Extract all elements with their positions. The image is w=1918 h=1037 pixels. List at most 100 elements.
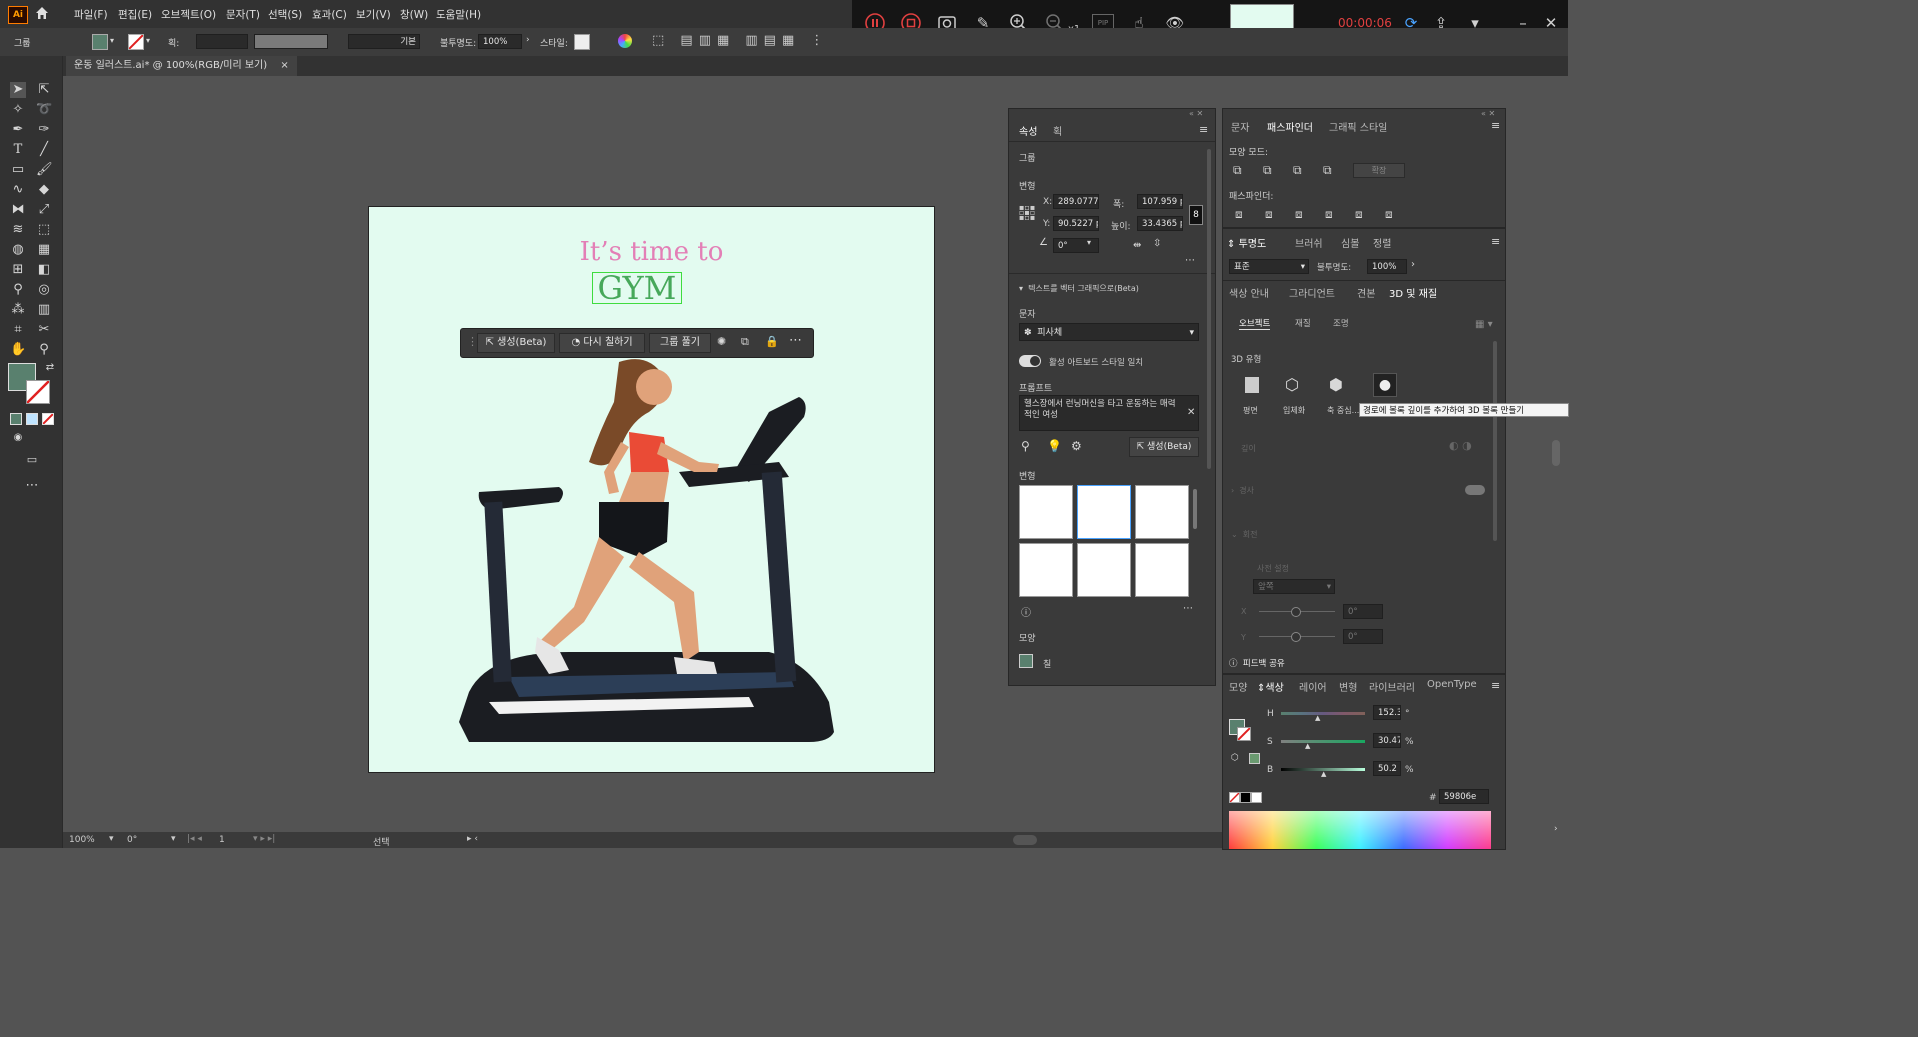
intersect-icon[interactable]: ⧉ xyxy=(1293,163,1302,178)
treadmill-illustration[interactable] xyxy=(449,352,849,752)
divide-icon[interactable]: ⧈ xyxy=(1235,207,1243,222)
lock-icon[interactable]: 🔒 xyxy=(765,335,779,348)
tab-opentype[interactable]: OpenType xyxy=(1427,679,1477,690)
properties-scrollbar[interactable] xyxy=(1207,149,1211,469)
panel-collapse-icon[interactable]: « ✕ xyxy=(1189,109,1203,118)
style-swatch[interactable] xyxy=(574,34,590,50)
transparency-menu-icon[interactable]: ≡ xyxy=(1491,235,1500,248)
mesh-tool-icon[interactable]: ⊞ xyxy=(10,262,26,278)
tab-align[interactable]: 정렬 xyxy=(1373,235,1391,250)
stroke-swatch[interactable] xyxy=(128,34,144,50)
hand-tool-icon[interactable]: ✋ xyxy=(10,342,26,358)
line-tool-icon[interactable]: ╱ xyxy=(36,142,52,158)
info-icon[interactable]: ⓘ xyxy=(1021,604,1031,619)
color-mode-none[interactable] xyxy=(42,413,54,425)
zoom-level[interactable]: 100% xyxy=(69,835,95,845)
text-to-vector-heading[interactable]: ▾ 텍스트를 벡터 그래픽으로(Beta) xyxy=(1019,283,1139,294)
color-mode-gradient[interactable] xyxy=(26,413,38,425)
minus-front-icon[interactable]: ⧉ xyxy=(1263,163,1272,178)
rotation-value[interactable]: 0° xyxy=(127,835,137,845)
prompt-clear-icon[interactable]: ✕ xyxy=(1187,407,1195,418)
tab-color[interactable]: ⇕색상 xyxy=(1257,679,1284,694)
more-options-icon[interactable]: ⋯ xyxy=(789,333,802,348)
subtab-object[interactable]: 오브젝트 xyxy=(1239,317,1271,330)
tab-character[interactable]: 문자 xyxy=(1231,119,1249,134)
menu-edit[interactable]: 편집(E) xyxy=(118,7,152,22)
x-field[interactable]: 289.0777 xyxy=(1053,194,1099,209)
document-tab[interactable]: 운동 일러스트.ai* @ 100%(RGB/미리 보기) × xyxy=(66,56,297,76)
tab-transform[interactable]: 변형 xyxy=(1339,679,1357,694)
rot-x-slider[interactable] xyxy=(1259,607,1335,617)
gradient-tool-icon[interactable]: ◧ xyxy=(36,262,52,278)
variation-thumbnail[interactable] xyxy=(1135,485,1189,539)
menu-window[interactable]: 창(W) xyxy=(400,7,428,22)
subject-dropdown[interactable]: ✽ 피사체 ▾ xyxy=(1019,323,1199,341)
tab-properties[interactable]: 속성 xyxy=(1019,123,1037,138)
graph-tool-icon[interactable]: ▥ xyxy=(36,302,52,318)
y-field[interactable]: 90.5227 p xyxy=(1053,216,1099,231)
variation-thumbnail[interactable] xyxy=(1077,485,1131,539)
rectangle-tool-icon[interactable]: ▭ xyxy=(10,162,26,178)
stroke-style-field[interactable]: 기본 xyxy=(348,34,420,49)
none-color-swatch[interactable] xyxy=(1229,792,1240,803)
screen-mode-icon[interactable]: ▭ xyxy=(24,452,40,468)
b-field[interactable]: 50.2 xyxy=(1373,761,1401,776)
tab-pathfinder[interactable]: 패스파인더 xyxy=(1267,119,1313,134)
h-field[interactable]: 33.4365 p xyxy=(1137,216,1183,231)
dock-scrollbar[interactable] xyxy=(1552,440,1560,466)
slice-tool-icon[interactable]: ✂ xyxy=(36,322,52,338)
tab-symbols[interactable]: 심볼 xyxy=(1341,235,1359,250)
extrude-type-icon[interactable]: ⬡ xyxy=(1285,375,1299,394)
menu-object[interactable]: 오브젝트(O) xyxy=(161,7,216,22)
rot-y-slider[interactable] xyxy=(1259,632,1335,642)
opacity-field[interactable]: 100% xyxy=(478,34,522,49)
magic-wand-icon[interactable]: ✧ xyxy=(10,102,26,118)
pen-tool-icon[interactable]: ✒ xyxy=(10,122,26,138)
recolor-icon[interactable] xyxy=(618,34,632,48)
more-transform-icon[interactable]: ⋯ xyxy=(1185,255,1195,266)
inflate-type-icon[interactable]: ● xyxy=(1373,373,1397,397)
panel-opacity-field[interactable]: 100% xyxy=(1367,259,1407,274)
hex-field[interactable]: 59806e xyxy=(1439,789,1489,804)
rot-x-field[interactable]: 0° xyxy=(1343,604,1383,619)
draw-mode-icon[interactable]: ◉ xyxy=(10,430,26,446)
bevel-label[interactable]: › 경사 xyxy=(1231,485,1254,496)
tab-transparency[interactable]: ⇕ 투명도 xyxy=(1227,235,1266,250)
tab-3d-materials[interactable]: 3D 및 재질 xyxy=(1389,285,1437,300)
variation-thumbnail[interactable] xyxy=(1019,543,1073,597)
curvature-tool-icon[interactable]: ✑ xyxy=(36,122,52,138)
h-slider[interactable]: ▲ xyxy=(1281,712,1365,722)
tab-appearance[interactable]: 모양 xyxy=(1229,679,1247,694)
variation-thumbnail[interactable] xyxy=(1077,543,1131,597)
reflect-tool-icon[interactable]: ⧓ xyxy=(10,202,26,218)
dock-collapse-icon[interactable]: › xyxy=(1554,824,1558,834)
tab-brushes[interactable]: 브러쉬 xyxy=(1295,235,1323,250)
lasso-icon[interactable]: ➰ xyxy=(36,102,52,118)
out-of-gamut-icon[interactable]: ⬡ xyxy=(1231,753,1239,763)
menu-select[interactable]: 선택(S) xyxy=(268,7,302,22)
preset-dropdown[interactable]: 앞쪽 ▾ xyxy=(1253,579,1335,594)
variation-thumbnail[interactable] xyxy=(1019,485,1073,539)
render-settings-icon[interactable]: ▦ ▾ xyxy=(1475,319,1493,330)
panel-menu-icon[interactable]: ≡ xyxy=(1199,123,1208,136)
prompt-textarea[interactable]: 헬스장에서 런닝머신을 타고 운동하는 매력적인 여성 xyxy=(1019,395,1199,431)
generate-beta-button[interactable]: ⇱ 생성(Beta) xyxy=(477,333,555,353)
zoom-dropdown-icon[interactable]: ▾ xyxy=(109,834,114,844)
w-field[interactable]: 107.959 p xyxy=(1137,194,1183,209)
trim-icon[interactable]: ⧈ xyxy=(1265,207,1273,222)
headline-line1[interactable]: It’s time to xyxy=(369,237,934,267)
white-swatch[interactable] xyxy=(1251,792,1262,803)
eyedropper-icon[interactable]: ⚲ xyxy=(10,282,26,298)
artboard-nav-icon[interactable]: |◂ ◂ xyxy=(187,834,202,844)
angle-field[interactable]: 0° xyxy=(1053,238,1099,253)
tab-graphic-styles[interactable]: 그래픽 스타일 xyxy=(1329,119,1387,134)
tab-stroke[interactable]: 획 xyxy=(1053,123,1062,138)
symbol-sprayer-icon[interactable]: ⁂ xyxy=(10,302,26,318)
revolve-type-icon[interactable]: ⬢ xyxy=(1329,375,1343,394)
plane-type-icon[interactable] xyxy=(1245,377,1259,393)
scale-tool-icon[interactable]: ⤢ xyxy=(36,202,52,218)
recolor-button[interactable]: ◔ 다시 칠하기 xyxy=(559,333,645,353)
perspective-grid-icon[interactable]: ▦ xyxy=(36,242,52,258)
outline-icon[interactable]: ⧈ xyxy=(1355,207,1363,222)
ungroup-button[interactable]: 그룹 풀기 xyxy=(649,333,711,353)
